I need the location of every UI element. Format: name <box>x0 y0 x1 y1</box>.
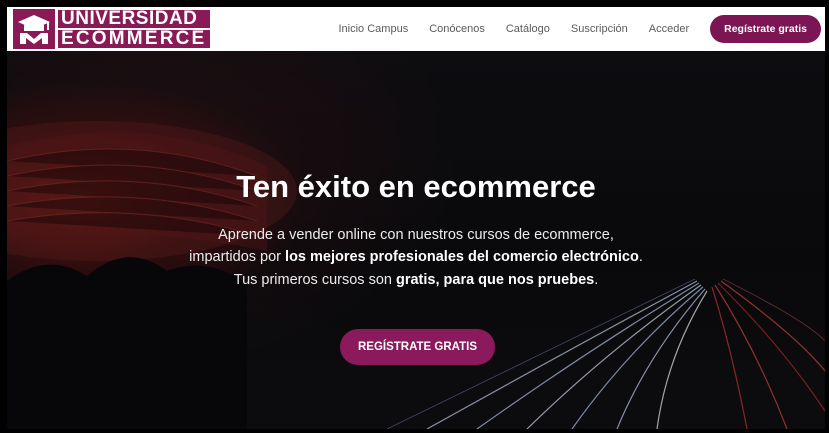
hero-title: Ten éxito en ecommerce <box>236 169 596 204</box>
hero-line-2-bold: los mejores profesionales del comercio e… <box>285 249 639 265</box>
hero-line-1-text: Aprende a vender online con nuestros cur… <box>218 227 614 243</box>
hero-text-line-2: impartidos por los mejores profesionales… <box>7 249 825 265</box>
page: UNIVERSIDAD ECOMMERCE Inicio Campus Conó… <box>7 7 825 429</box>
brand-line-2: ECOMMERCE <box>58 29 211 48</box>
main-navigation: Inicio Campus Conócenos Catálogo Suscrip… <box>339 7 826 51</box>
hero-line-3-bold: gratis, para que nos pruebes <box>395 272 595 288</box>
hero-section: Ten éxito en ecommerce Aprende a vender … <box>7 51 825 429</box>
hero-text-line-1: Aprende a vender online con nuestros cur… <box>7 227 825 243</box>
hero-line-3-suffix: . <box>594 272 599 288</box>
brand-logo[interactable]: UNIVERSIDAD ECOMMERCE <box>13 9 211 49</box>
register-button-hero[interactable]: REGÍSTRATE GRATIS <box>340 329 495 365</box>
hero-line-2-suffix: . <box>638 249 643 265</box>
brand-line-1: UNIVERSIDAD <box>58 9 211 28</box>
nav-link-inicio-campus[interactable]: Inicio Campus <box>339 23 409 35</box>
screen-frame: UNIVERSIDAD ECOMMERCE Inicio Campus Conó… <box>0 0 829 433</box>
nav-link-conocenos[interactable]: Conócenos <box>429 23 485 35</box>
hero-line-3-prefix: Tus primeros cursos son <box>233 272 396 288</box>
nav-link-suscripcion[interactable]: Suscripción <box>571 23 628 35</box>
register-button-nav[interactable]: Regístrate gratis <box>710 15 821 43</box>
nav-link-catalogo[interactable]: Catálogo <box>506 23 550 35</box>
hero-text-line-3: Tus primeros cursos son gratis, para que… <box>7 272 825 288</box>
top-navbar: UNIVERSIDAD ECOMMERCE Inicio Campus Conó… <box>7 7 825 51</box>
brand-wordmark: UNIVERSIDAD ECOMMERCE <box>58 9 211 49</box>
hero-line-2-prefix: impartidos por <box>189 249 286 265</box>
nav-link-acceder[interactable]: Acceder <box>649 23 689 35</box>
graduation-cap-icon <box>13 9 55 49</box>
